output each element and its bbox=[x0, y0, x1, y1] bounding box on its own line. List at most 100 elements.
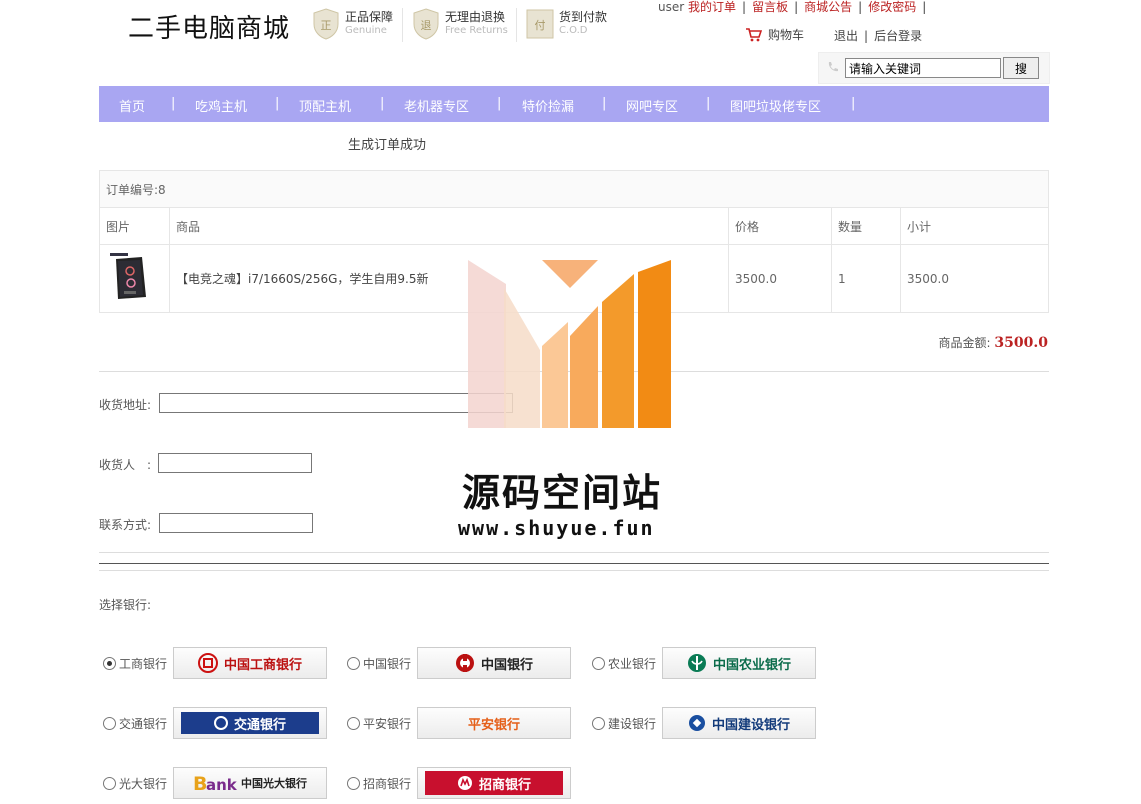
divider bbox=[99, 552, 1049, 553]
link-announcements[interactable]: 商城公告 bbox=[804, 0, 852, 14]
receiver-input[interactable] bbox=[158, 453, 312, 473]
nav-home[interactable]: 首页 bbox=[119, 96, 145, 115]
bank-option-abc[interactable]: 农业银行 中国农业银行 bbox=[592, 646, 816, 680]
search-input[interactable] bbox=[845, 58, 1001, 78]
ccb-logo[interactable]: 中国建设银行 bbox=[662, 707, 816, 739]
bank-option-ccb[interactable]: 建设银行 中国建设银行 bbox=[592, 706, 816, 740]
address-input[interactable] bbox=[159, 393, 513, 413]
radio-bocom[interactable] bbox=[103, 716, 116, 730]
radio-pingan[interactable] bbox=[347, 716, 360, 730]
badge-title: 货到付款 bbox=[559, 10, 608, 24]
admin-login-link[interactable]: 后台登录 bbox=[874, 29, 922, 43]
table-header-row: 图片 商品 价格 数量 小计 bbox=[99, 207, 1049, 245]
badge-title: 正品保障 bbox=[345, 10, 394, 24]
cart-label: 购物车 bbox=[768, 28, 805, 42]
bocom-emblem-icon bbox=[213, 716, 228, 730]
cmb-logo[interactable]: 招商银行 bbox=[417, 767, 571, 799]
top-links: user 我的订单 | 留言板 | 商城公告 | 修改密码 | bbox=[658, 0, 927, 14]
abc-emblem-icon bbox=[687, 654, 706, 672]
nav-old-machines[interactable]: 老机器专区 bbox=[404, 96, 469, 115]
order-number: 订单编号:8 bbox=[99, 170, 1049, 208]
bank-select-label: 选择银行: bbox=[99, 598, 152, 612]
badge-returns: 退 无理由退换 Free Returns bbox=[412, 6, 508, 42]
abc-logo[interactable]: 中国农业银行 bbox=[662, 647, 816, 679]
product-thumb[interactable] bbox=[99, 244, 170, 313]
bank-option-ceb[interactable]: 光大银行 Bank 中国光大银行 bbox=[103, 766, 327, 800]
boc-emblem-icon bbox=[455, 654, 474, 672]
link-my-orders[interactable]: 我的订单 bbox=[688, 0, 736, 14]
product-price: 3500.0 bbox=[728, 244, 832, 313]
bank-name: 中国银行 bbox=[363, 656, 412, 671]
nav-cafe[interactable]: 网吧专区 bbox=[626, 96, 678, 115]
search-button[interactable]: 搜 bbox=[1003, 57, 1039, 79]
nav-top-config[interactable]: 顶配主机 bbox=[299, 96, 351, 115]
site-logo[interactable]: 二手电脑商城 bbox=[128, 8, 290, 45]
cmb-emblem-icon bbox=[457, 776, 472, 790]
total-label: 商品金额: bbox=[938, 336, 991, 350]
cart-link[interactable]: 购物车 bbox=[746, 26, 804, 43]
pc-case-image bbox=[110, 253, 146, 299]
svg-text:付: 付 bbox=[535, 19, 546, 32]
bank-option-cmb[interactable]: 招商银行 招商银行 bbox=[347, 766, 571, 800]
radio-icbc[interactable] bbox=[103, 656, 116, 670]
logout-link[interactable]: 退出 bbox=[834, 29, 858, 43]
account-links: 退出 | 后台登录 bbox=[834, 29, 923, 43]
product-qty: 1 bbox=[831, 244, 901, 313]
svg-text:退: 退 bbox=[421, 19, 432, 32]
phone-label: 联系方式: bbox=[99, 518, 152, 532]
bank-option-bocom[interactable]: 交通银行 交通银行 bbox=[103, 706, 327, 740]
bank-option-icbc[interactable]: 工商银行 中国工商银行 bbox=[103, 646, 327, 680]
badge-title: 无理由退换 bbox=[445, 10, 506, 24]
nav-gaming[interactable]: 吃鸡主机 bbox=[195, 96, 247, 115]
radio-ceb[interactable] bbox=[103, 776, 116, 790]
nav-budget[interactable]: 图吧垃圾佬专区 bbox=[730, 96, 821, 115]
shield-icon: 正 bbox=[312, 8, 340, 40]
bank-name: 农业银行 bbox=[608, 656, 657, 671]
total-amount: 3500.0 bbox=[994, 335, 1048, 351]
svg-text:ank: ank bbox=[206, 776, 237, 794]
nav-deals[interactable]: 特价捡漏 bbox=[522, 96, 574, 115]
main-nav: 首页 | 吃鸡主机 | 顶配主机 | 老机器专区 | 特价捡漏 | 网吧专区 |… bbox=[99, 86, 1049, 122]
badge-cod: 付 货到付款 C.O.D bbox=[526, 6, 607, 42]
badge-sub: Genuine bbox=[345, 25, 387, 36]
address-label: 收货地址: bbox=[99, 398, 152, 412]
watermark-text: 源码空间站 bbox=[462, 471, 663, 515]
boc-logo[interactable]: 中国银行 bbox=[417, 647, 571, 679]
bank-option-pingan[interactable]: 平安银行 平安银行 bbox=[347, 706, 571, 740]
col-price: 价格 bbox=[728, 207, 832, 245]
bank-name: 招商银行 bbox=[363, 776, 412, 791]
bocom-logo[interactable]: 交通银行 bbox=[173, 707, 327, 739]
bank-option-boc[interactable]: 中国银行 中国银行 bbox=[347, 646, 571, 680]
phone-icon bbox=[828, 62, 838, 72]
radio-abc[interactable] bbox=[592, 656, 605, 670]
bank-name: 光大银行 bbox=[119, 776, 168, 791]
ceb-logo[interactable]: Bank 中国光大银行 bbox=[173, 767, 327, 799]
username: user bbox=[658, 0, 685, 14]
col-subtotal: 小计 bbox=[900, 207, 1049, 245]
radio-boc[interactable] bbox=[347, 656, 360, 670]
watermark-logo-icon bbox=[468, 260, 671, 428]
product-subtotal: 3500.0 bbox=[900, 244, 1049, 313]
cart-icon bbox=[746, 27, 762, 41]
pingan-logo[interactable]: 平安银行 bbox=[417, 707, 571, 739]
bank-name: 平安银行 bbox=[363, 716, 412, 731]
divider-dark bbox=[99, 563, 1049, 564]
divider bbox=[99, 570, 1049, 571]
badge-genuine: 正 正品保障 Genuine bbox=[312, 6, 393, 42]
bank-name: 建设银行 bbox=[608, 716, 657, 731]
icbc-emblem-icon bbox=[197, 653, 218, 673]
link-change-password[interactable]: 修改密码 bbox=[868, 0, 916, 14]
radio-cmb[interactable] bbox=[347, 776, 360, 790]
order-success-message: 生成订单成功 bbox=[348, 138, 427, 153]
bank-name: 交通银行 bbox=[119, 716, 168, 731]
badge-sub: Free Returns bbox=[445, 25, 508, 36]
icbc-logo[interactable]: 中国工商银行 bbox=[173, 647, 327, 679]
phone-input[interactable] bbox=[159, 513, 313, 533]
ceb-wordmark-icon: Bank bbox=[193, 773, 237, 794]
cod-icon: 付 bbox=[526, 8, 554, 40]
link-message-board[interactable]: 留言板 bbox=[752, 0, 788, 14]
search-bar: 搜 bbox=[818, 52, 1050, 84]
radio-ccb[interactable] bbox=[592, 716, 605, 730]
col-product: 商品 bbox=[169, 207, 729, 245]
order-total: 商品金额: 3500.0 bbox=[939, 334, 1048, 351]
